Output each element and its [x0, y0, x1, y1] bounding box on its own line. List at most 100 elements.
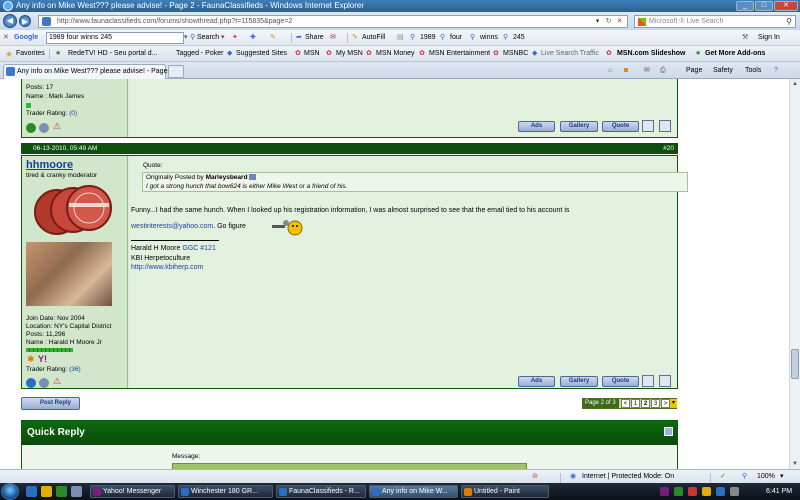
- dropdown-arrow-icon[interactable]: ▾: [593, 17, 602, 26]
- word-find-four[interactable]: four: [450, 30, 462, 46]
- favorite-link-suggested-sites[interactable]: Suggested Sites: [236, 46, 287, 62]
- tray-security-icon[interactable]: [688, 487, 697, 496]
- search-icon[interactable]: ⚲: [786, 16, 792, 27]
- page-1-link[interactable]: 1: [631, 399, 640, 408]
- quick-reply-icon[interactable]: [659, 375, 671, 387]
- word-find-winns[interactable]: winns: [480, 30, 498, 46]
- clock[interactable]: 6:41 PM: [766, 483, 792, 500]
- signature-url-link[interactable]: http://www.kbiherp.com: [131, 264, 203, 271]
- ads-button[interactable]: Ads: [518, 121, 555, 132]
- tools-menu[interactable]: Tools: [745, 62, 761, 79]
- start-button[interactable]: [1, 483, 19, 500]
- scroll-up-icon[interactable]: ▲: [790, 79, 800, 89]
- page-next-link[interactable]: >: [661, 399, 670, 408]
- quote-button[interactable]: Quote: [602, 376, 639, 387]
- toolbar-bookmark-icon[interactable]: ✚: [250, 30, 256, 46]
- yahoo-messenger-icon[interactable]: Y!: [38, 354, 47, 364]
- favorite-link-redetv[interactable]: RedeTV! HD - Seu portal d...: [68, 46, 157, 62]
- minimize-button[interactable]: _: [736, 1, 754, 11]
- live-search-input[interactable]: Microsoft ® Live Search ⚲: [634, 15, 796, 28]
- trader-rating-link[interactable]: (0): [69, 110, 77, 117]
- toolbar-highlight-icon[interactable]: ▤: [397, 30, 404, 46]
- tray-volume-icon[interactable]: [716, 487, 725, 496]
- favorite-link-msnbc[interactable]: MSNBC: [503, 46, 528, 62]
- multiquote-icon[interactable]: [642, 120, 654, 132]
- tab-active[interactable]: Any info on Mike West??? please advise! …: [3, 64, 181, 79]
- page-3-link[interactable]: 3: [651, 399, 660, 408]
- favorite-link-msn-entertainment[interactable]: MSN Entertainment: [429, 46, 490, 62]
- google-search-icon[interactable]: ⚲: [190, 30, 195, 46]
- toolbar-pen-icon[interactable]: ✎: [270, 30, 276, 46]
- post-reply-button[interactable]: Post Reply: [21, 397, 80, 410]
- username-link[interactable]: hhmoore: [26, 159, 73, 171]
- mail-icon[interactable]: ✉: [644, 62, 650, 79]
- close-button[interactable]: ✕: [774, 1, 798, 11]
- word-find-245[interactable]: 245: [513, 30, 525, 46]
- security-zone[interactable]: Internet | Protected Mode: On: [582, 470, 674, 483]
- maximize-button[interactable]: □: [755, 1, 773, 11]
- desktop-quicklaunch-icon[interactable]: [71, 486, 82, 497]
- collapse-icon[interactable]: [664, 427, 673, 436]
- scroll-down-icon[interactable]: ▼: [790, 459, 800, 469]
- tray-yahoo-icon[interactable]: [660, 487, 669, 496]
- favorite-link-tagged[interactable]: Tagged - Poker: [176, 46, 223, 62]
- favorite-link-live-search-traffic[interactable]: Live Search Traffic: [541, 46, 599, 62]
- home-icon[interactable]: ⌂: [608, 62, 612, 79]
- signature-ggc-link[interactable]: GGC #121: [182, 245, 215, 252]
- help-icon[interactable]: ?: [774, 62, 778, 79]
- autofill-button[interactable]: AutoFill: [362, 30, 385, 46]
- tray-app-icon[interactable]: [702, 487, 711, 496]
- back-button[interactable]: ◀: [3, 14, 17, 28]
- report-post-icon[interactable]: ⚠: [53, 121, 61, 132]
- gallery-button[interactable]: Gallery: [560, 121, 598, 132]
- tray-power-icon[interactable]: [730, 487, 739, 496]
- toolbar-check-icon[interactable]: ✉: [330, 30, 336, 46]
- vertical-scrollbar[interactable]: ▲ ▼: [789, 79, 800, 469]
- gallery-button[interactable]: Gallery: [560, 376, 598, 387]
- taskbar-winchester[interactable]: Winchester 180 GR...: [178, 485, 273, 498]
- taskbar-paint[interactable]: Untitled - Paint: [461, 485, 549, 498]
- report-post-icon[interactable]: ⚠: [53, 376, 61, 387]
- reputation-icon[interactable]: [39, 378, 49, 388]
- query-dropdown-icon[interactable]: ▾: [184, 30, 188, 46]
- quote-button[interactable]: Quote: [602, 121, 639, 132]
- taskbar-any-info[interactable]: Any info on Mike W...: [369, 485, 458, 498]
- sign-in-link[interactable]: Sign In: [758, 30, 780, 46]
- refresh-icon[interactable]: ↻: [604, 17, 613, 26]
- search-dropdown-icon[interactable]: ▾: [221, 30, 225, 46]
- print-icon[interactable]: ⎙: [660, 62, 666, 79]
- wrench-icon[interactable]: ⚒: [742, 30, 748, 46]
- add-favorite-icon[interactable]: ★: [55, 46, 61, 62]
- ads-button[interactable]: Ads: [518, 376, 555, 387]
- new-tab-button[interactable]: [168, 65, 184, 78]
- address-bar[interactable]: http://www.faunaclassifieds.com/forums/s…: [38, 15, 628, 28]
- taskbar-faunaclassifieds[interactable]: FaunaClassifieds - R...: [276, 485, 366, 498]
- post-number-link[interactable]: #20: [663, 143, 674, 154]
- reputation-icon[interactable]: [39, 123, 49, 133]
- page-menu[interactable]: Page: [686, 62, 702, 79]
- multiquote-icon[interactable]: [642, 375, 654, 387]
- forward-button[interactable]: ▶: [19, 15, 31, 27]
- taskbar-yahoo-messenger[interactable]: Yahoo! Messenger: [90, 485, 175, 498]
- folder-quicklaunch-icon[interactable]: [41, 486, 52, 497]
- favorite-link-msn[interactable]: MSN: [304, 46, 320, 62]
- ie-quicklaunch-icon[interactable]: [26, 486, 37, 497]
- zoom-dropdown-icon[interactable]: ▾: [780, 470, 784, 483]
- email-link[interactable]: westinterests@yahoo.com: [131, 223, 213, 230]
- stop-icon[interactable]: ✕: [615, 17, 624, 26]
- share-button[interactable]: Share: [305, 30, 324, 46]
- page-jump-icon[interactable]: ▾: [670, 399, 677, 408]
- favorite-link-my-msn[interactable]: My MSN: [336, 46, 363, 62]
- zoom-level[interactable]: 100%: [757, 470, 775, 483]
- view-post-icon[interactable]: [249, 174, 257, 181]
- google-search-button[interactable]: Search: [197, 30, 219, 46]
- trader-rating-link[interactable]: (36): [69, 366, 81, 373]
- close-toolbar-icon[interactable]: ✕: [3, 30, 9, 46]
- google-search-input[interactable]: 1989 four winns 245: [46, 32, 184, 44]
- tray-network-icon[interactable]: [674, 487, 683, 496]
- toolbar-tool-icon[interactable]: ✦: [232, 30, 238, 46]
- safety-menu[interactable]: Safety: [713, 62, 733, 79]
- scroll-thumb[interactable]: [791, 349, 799, 379]
- favorite-link-get-more-addons[interactable]: Get More Add-ons: [705, 46, 765, 62]
- feeds-icon[interactable]: ◙: [624, 62, 628, 79]
